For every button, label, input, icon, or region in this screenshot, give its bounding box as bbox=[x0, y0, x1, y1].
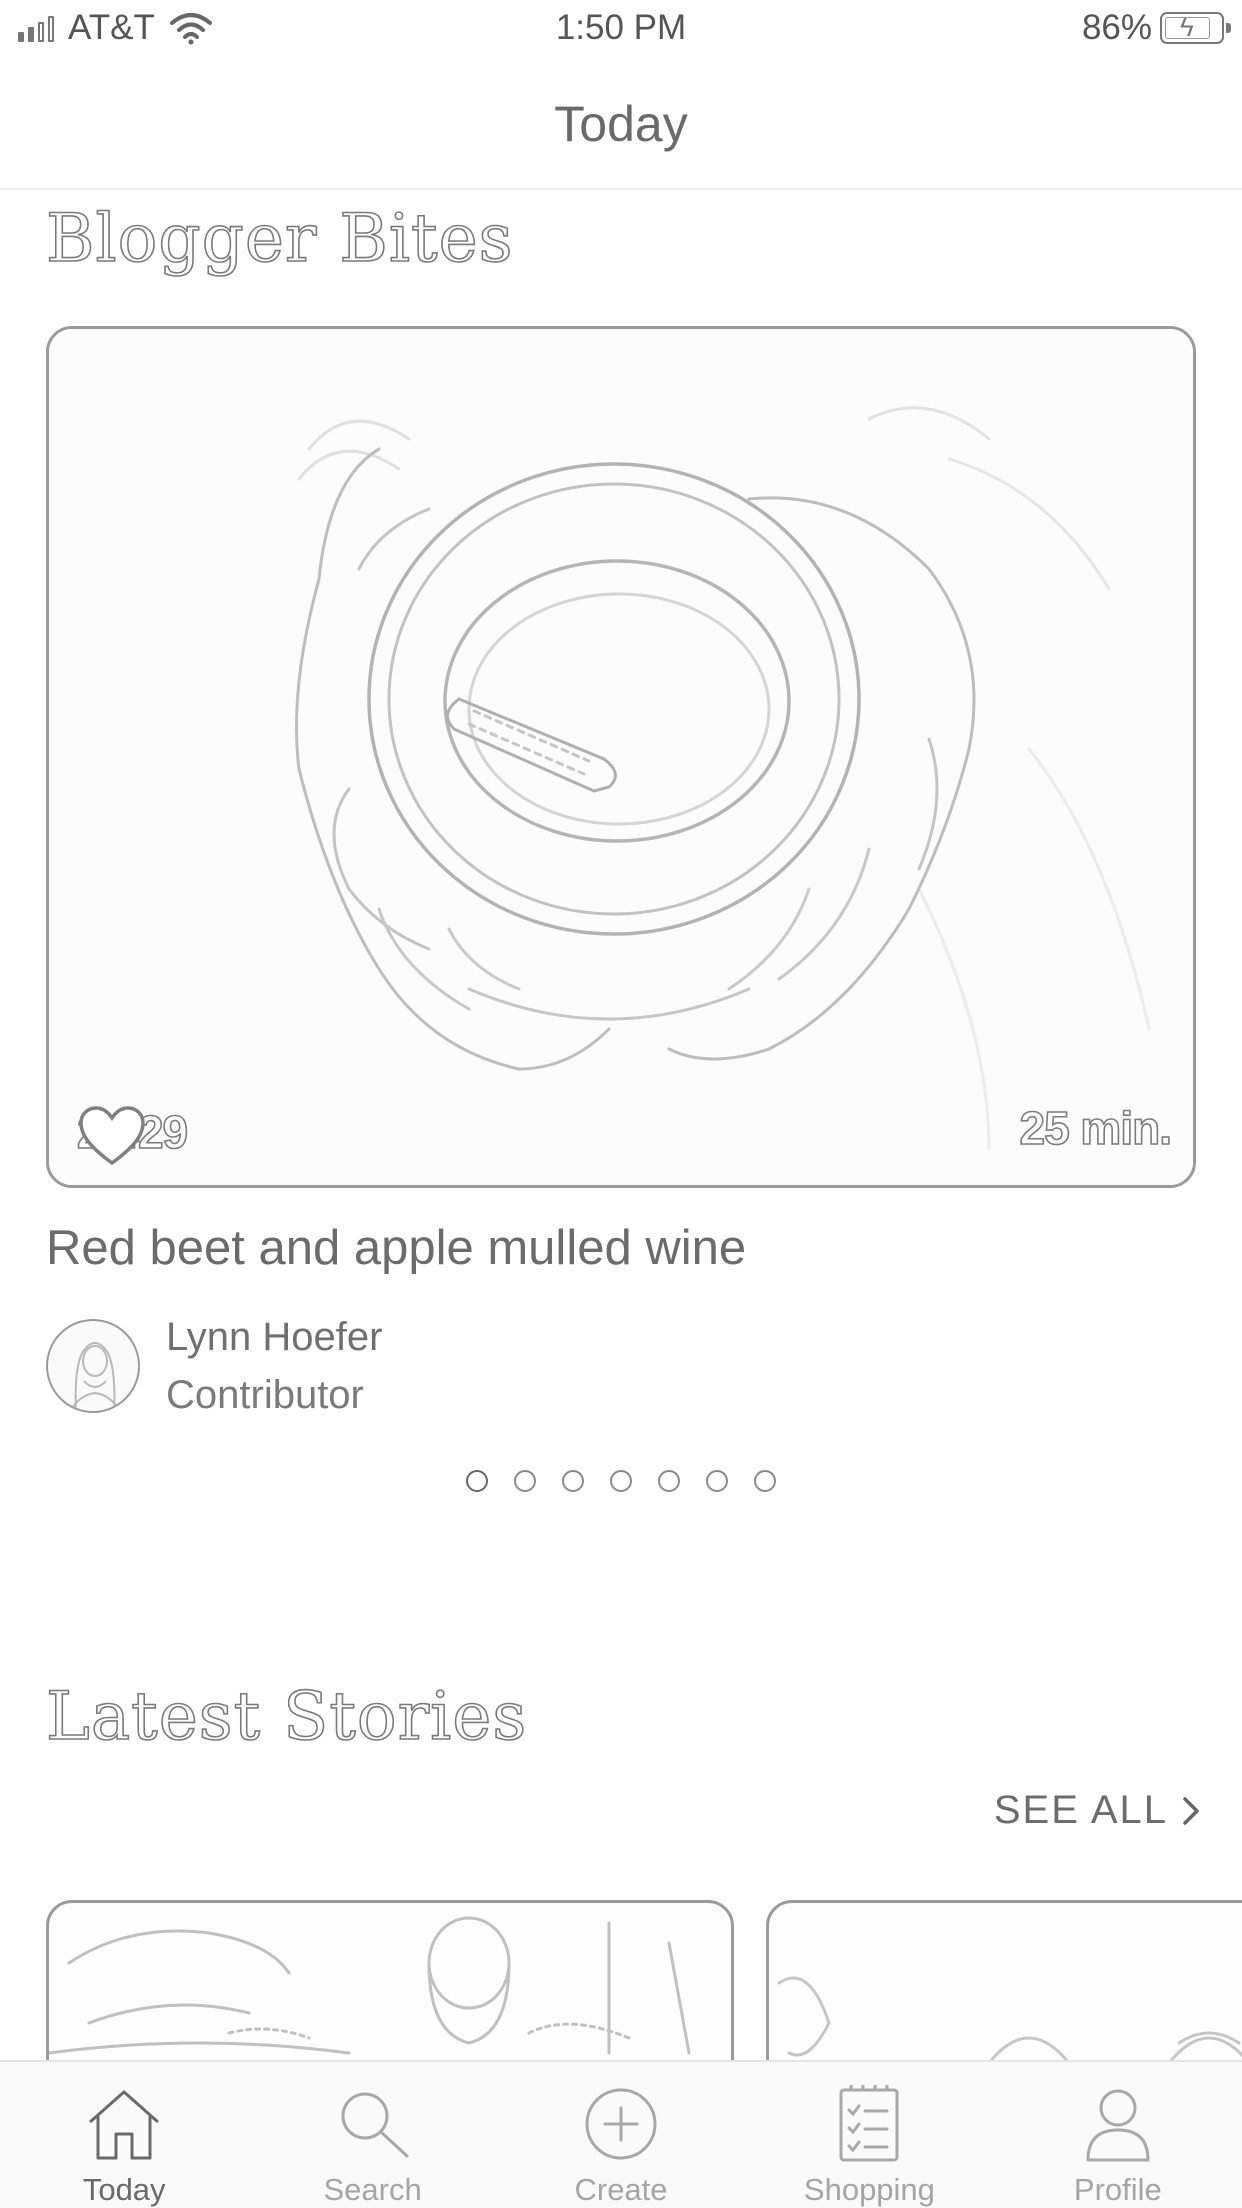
header-divider bbox=[0, 188, 1242, 190]
tab-search[interactable]: Search bbox=[248, 2062, 496, 2208]
search-icon bbox=[341, 2092, 409, 2158]
pager-dot[interactable] bbox=[562, 1470, 584, 1492]
profile-icon bbox=[1086, 2089, 1150, 2162]
tab-label: Shopping bbox=[803, 2172, 935, 2207]
pager-dot[interactable] bbox=[706, 1470, 728, 1492]
tab-label: Today bbox=[82, 2172, 166, 2207]
tab-label: Create bbox=[574, 2172, 668, 2207]
author-row[interactable]: Lynn Hoefer Contributor bbox=[46, 1308, 382, 1424]
pager-dot[interactable] bbox=[658, 1470, 680, 1492]
recipe-image bbox=[49, 329, 1193, 1185]
carousel-pager[interactable] bbox=[0, 1470, 1242, 1492]
pager-dot[interactable] bbox=[466, 1470, 488, 1492]
tab-profile[interactable]: Profile bbox=[994, 2062, 1242, 2208]
likes-indicator[interactable]: 2,429 bbox=[76, 1105, 189, 1166]
tab-today[interactable]: Today bbox=[0, 2062, 248, 2208]
home-icon bbox=[89, 2090, 160, 2160]
battery-percent: 86% bbox=[1081, 8, 1152, 47]
status-bar: AT&T 1:50 PM 86% ϟ bbox=[0, 0, 1242, 60]
author-role: Contributor bbox=[166, 1373, 364, 1417]
shopping-list-icon bbox=[839, 2085, 899, 2162]
plus-circle-icon bbox=[585, 2088, 657, 2160]
recipe-title[interactable]: Red beet and apple mulled wine bbox=[46, 1220, 746, 1276]
pager-dot[interactable] bbox=[754, 1470, 776, 1492]
see-all-label: SEE ALL bbox=[993, 1788, 1168, 1832]
status-right: 86% ϟ bbox=[1081, 8, 1231, 48]
cook-duration: 25 min. bbox=[1019, 1101, 1173, 1155]
tab-bar: Today Search Create Shopping Profile bbox=[0, 2060, 1242, 2208]
see-all-button[interactable]: SEE ALL bbox=[994, 1788, 1200, 1833]
tab-create[interactable]: Create bbox=[497, 2062, 745, 2208]
pager-dot[interactable] bbox=[610, 1470, 632, 1492]
hero-recipe-card[interactable]: 2,429 25 min. bbox=[46, 326, 1196, 1188]
avatar bbox=[46, 1319, 140, 1413]
pager-dot[interactable] bbox=[514, 1470, 536, 1492]
tab-label: Profile bbox=[1073, 2172, 1162, 2207]
chevron-right-icon bbox=[1183, 1796, 1199, 1825]
author-info: Lynn Hoefer Contributor bbox=[166, 1308, 382, 1424]
battery-icon: ϟ bbox=[1160, 12, 1231, 44]
tab-shopping[interactable]: Shopping bbox=[745, 2062, 993, 2208]
status-time: 1:50 PM bbox=[555, 8, 687, 47]
tab-label: Search bbox=[323, 2172, 422, 2207]
section-title-latest-stories: Latest Stories bbox=[45, 1677, 528, 1756]
author-name: Lynn Hoefer bbox=[166, 1315, 383, 1359]
heart-icon bbox=[79, 1106, 145, 1166]
section-title-blogger-bites: Blogger Bites bbox=[45, 199, 514, 278]
page-title: Today bbox=[554, 96, 688, 152]
